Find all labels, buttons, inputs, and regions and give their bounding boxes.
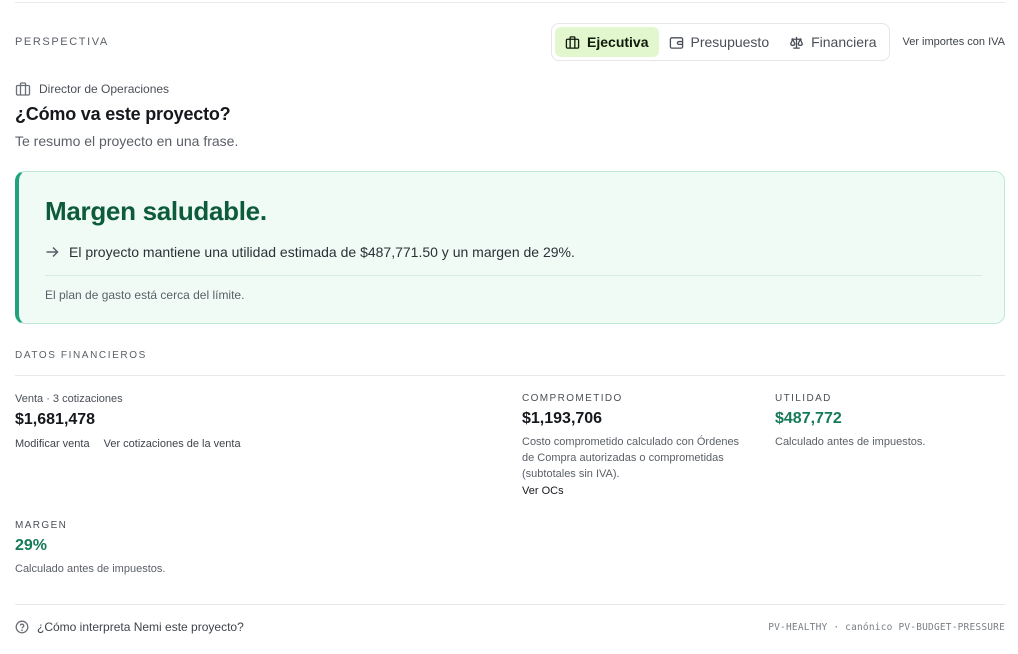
perspective-switcher: Ejecutiva Presupuesto Financiera xyxy=(551,23,891,61)
status-detail: El proyecto mantiene una utilidad estima… xyxy=(69,244,575,260)
financial-divider xyxy=(15,375,1005,376)
briefcase-icon xyxy=(15,82,31,96)
perspective-label: PERSPECTIVA xyxy=(15,36,109,48)
page-title: ¿Cómo va este proyecto? xyxy=(15,104,231,124)
tab-presupuesto[interactable]: Presupuesto xyxy=(659,27,780,57)
interpretation-help-link[interactable]: ¿Cómo interpreta Nemi este proyecto? xyxy=(15,620,244,634)
role-badge: Director de Operaciones xyxy=(15,81,169,97)
status-divider xyxy=(45,275,982,276)
status-note: El plan de gasto está cerca del límite. xyxy=(45,288,245,302)
tab-financiera[interactable]: Financiera xyxy=(779,27,886,57)
comprometido-label: COMPROMETIDO xyxy=(522,393,623,404)
tab-ejecutiva[interactable]: Ejecutiva xyxy=(555,27,659,57)
view-quotes-link[interactable]: Ver cotizaciones de la venta xyxy=(104,438,241,450)
venta-value: $1,681,478 xyxy=(15,411,96,428)
comprometido-desc: Costo comprometido calculado con Órdenes… xyxy=(522,436,740,480)
status-codes: PV-HEALTHY · canónico PV-BUDGET-PRESSURE xyxy=(768,622,1005,633)
modify-sale-link[interactable]: Modificar venta xyxy=(15,438,90,450)
utilidad-value: $487,772 xyxy=(775,410,842,427)
perspective-bar: PERSPECTIVA Ejecutiva Presupuesto Financ… xyxy=(15,23,1005,61)
help-circle-icon xyxy=(15,620,29,634)
top-divider xyxy=(15,2,1005,3)
status-headline: Margen saludable. xyxy=(45,196,267,226)
footer-divider xyxy=(15,604,1005,605)
venta-links: Modificar venta Ver cotizaciones de la v… xyxy=(15,438,241,450)
role-label: Director de Operaciones xyxy=(39,82,170,96)
interpretation-help-label: ¿Cómo interpreta Nemi este proyecto? xyxy=(37,620,244,634)
arrow-right-icon xyxy=(46,246,59,258)
utilidad-desc: Calculado antes de impuestos. xyxy=(775,436,926,448)
margen-value: 29% xyxy=(15,537,48,554)
tab-financiera-label: Financiera xyxy=(811,34,877,50)
wallet-icon xyxy=(669,36,683,49)
status-detail-row: El proyecto mantiene una utilidad estima… xyxy=(45,244,575,260)
view-ocs-link[interactable]: Ver OCs xyxy=(522,485,752,497)
briefcase-icon xyxy=(565,35,580,49)
status-card: Margen saludable. El proyecto mantiene u… xyxy=(15,171,1005,324)
metric-margen: MARGEN 29% Calculado antes de impuestos. xyxy=(15,520,165,577)
margen-label: MARGEN xyxy=(15,520,68,531)
metric-utilidad: UTILIDAD $487,772 Calculado antes de imp… xyxy=(775,393,925,450)
margen-desc: Calculado antes de impuestos. xyxy=(15,563,166,575)
page-subtitle: Te resumo el proyecto en una frase. xyxy=(15,133,239,149)
financial-section-label: DATOS FINANCIEROS xyxy=(15,350,147,361)
metric-comprometido: COMPROMETIDO $1,193,706 Costo comprometi… xyxy=(522,393,752,497)
ver-iva-link[interactable]: Ver importes con IVA xyxy=(902,36,1005,48)
scale-icon xyxy=(790,36,804,49)
metric-venta: Venta · 3 cotizaciones $1,681,478 Modifi… xyxy=(15,393,241,450)
venta-label: Venta · 3 cotizaciones xyxy=(15,393,123,405)
utilidad-label: UTILIDAD xyxy=(775,393,832,404)
tab-ejecutiva-label: Ejecutiva xyxy=(587,34,649,50)
tab-presupuesto-label: Presupuesto xyxy=(690,34,770,50)
comprometido-value: $1,193,706 xyxy=(522,410,603,427)
